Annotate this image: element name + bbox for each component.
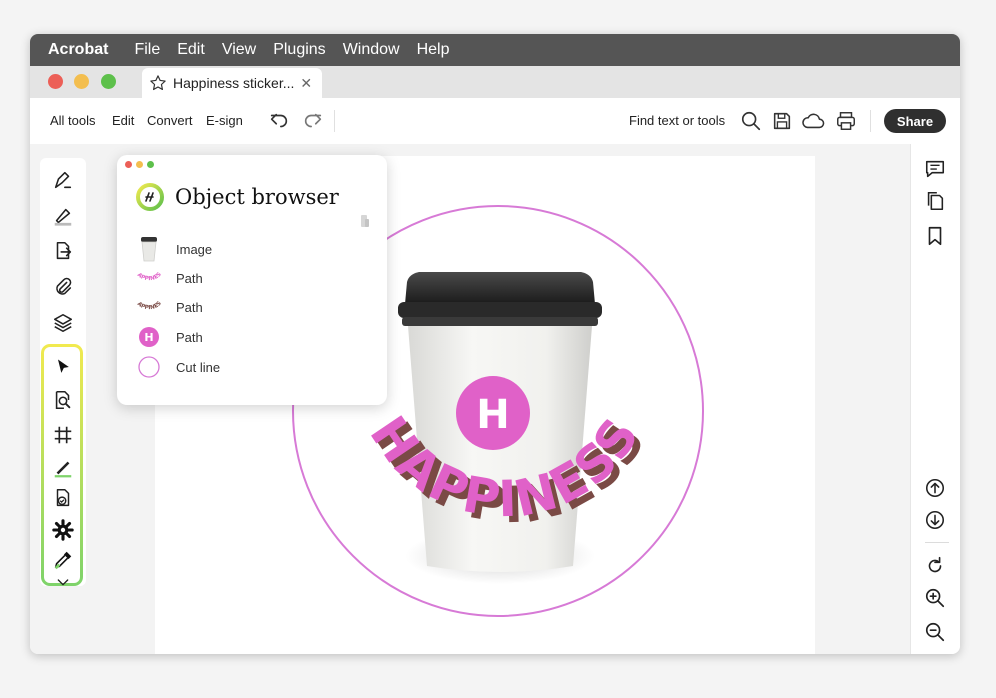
object-label: Image [176, 241, 213, 257]
scroll-up-icon[interactable] [924, 477, 946, 499]
minimize-window-button[interactable] [74, 74, 89, 89]
close-window-button[interactable] [48, 74, 63, 89]
object-label: Cut line [176, 359, 221, 375]
tab-title: Happiness sticker... [173, 75, 295, 91]
all-tools-button[interactable]: All tools [50, 113, 96, 128]
object-browser-panel[interactable]: Object browser Image HAPPINESS Path HAPP… [117, 155, 387, 405]
select-arrow-icon[interactable] [51, 355, 75, 379]
cup-thumbnail-icon [135, 235, 163, 263]
menu-file[interactable]: File [134, 41, 160, 59]
zoom-page-icon[interactable] [51, 388, 75, 412]
object-label: Path [176, 270, 203, 286]
cup-lid-top[interactable] [405, 272, 595, 304]
toolbar: All tools Edit Convert E-sign Find text … [30, 98, 960, 145]
settings-gear-icon[interactable] [51, 518, 75, 542]
star-icon[interactable] [149, 74, 167, 92]
menu-help[interactable]: Help [417, 41, 450, 59]
object-row-path[interactable]: HAPPINESS Path [135, 293, 365, 321]
convert-button[interactable]: Convert [147, 113, 193, 128]
toolbar-divider [334, 110, 335, 132]
menu-bar: Acrobat File Edit View Plugins Window He… [30, 34, 960, 66]
panel-close-button[interactable] [125, 161, 132, 168]
panel-zoom-button[interactable] [147, 161, 154, 168]
menu-window[interactable]: Window [343, 41, 400, 59]
object-browser-logo-icon [135, 182, 165, 212]
happiness-text-thumbnail-icon: HAPPINESS [135, 264, 163, 292]
svg-text:H: H [144, 331, 153, 344]
esign-button[interactable]: E-sign [206, 113, 243, 128]
zoom-window-button[interactable] [101, 74, 116, 89]
h-logo-thumbnail-icon: H [135, 323, 163, 351]
menu-edit[interactable]: Edit [177, 41, 205, 59]
drag-handle-icon[interactable] [360, 213, 370, 229]
redo-icon[interactable] [302, 110, 324, 132]
layers-icon[interactable] [51, 311, 75, 335]
close-tab-icon[interactable]: ✕ [300, 75, 312, 92]
pages-icon[interactable] [924, 190, 946, 212]
left-tool-panel [40, 158, 86, 586]
object-row-path[interactable]: HAPPINESS Path [135, 264, 365, 292]
edit-button[interactable]: Edit [112, 113, 134, 128]
undo-icon[interactable] [268, 110, 290, 132]
print-icon[interactable] [835, 110, 857, 132]
share-button[interactable]: Share [884, 109, 946, 133]
svg-text:HAPPINESS: HAPPINESS [135, 297, 163, 311]
tab-happiness-sticker[interactable]: Happiness sticker... ✕ [142, 68, 322, 98]
export-icon[interactable] [51, 239, 75, 263]
find-tools-field[interactable]: Find text or tools [629, 113, 725, 128]
happiness-shadow-thumbnail-icon: HAPPINESS [135, 293, 163, 321]
crop-grid-icon[interactable] [51, 423, 75, 447]
toolbar-divider [870, 110, 871, 132]
cup-lid-lip [402, 317, 598, 326]
zoom-out-icon[interactable] [924, 621, 946, 643]
object-label: Path [176, 329, 203, 345]
object-row-path[interactable]: H Path [135, 323, 365, 351]
object-row-cut-line[interactable]: Cut line [135, 353, 365, 381]
zoom-in-icon[interactable] [924, 587, 946, 609]
scroll-down-icon[interactable] [924, 509, 946, 531]
object-row-image[interactable]: Image [135, 235, 365, 263]
h-logo-letter: H [476, 392, 509, 438]
attach-icon[interactable] [51, 275, 75, 299]
panel-divider [925, 542, 949, 543]
bookmark-icon[interactable] [924, 225, 946, 247]
shapes-icon[interactable] [51, 486, 75, 510]
right-tool-panel [910, 144, 960, 654]
panel-minimize-button[interactable] [136, 161, 143, 168]
cloud-icon[interactable] [801, 110, 825, 132]
comment-icon[interactable] [924, 158, 946, 180]
search-icon[interactable] [740, 110, 762, 132]
tab-bar: Happiness sticker... ✕ [30, 66, 960, 98]
rotate-icon[interactable] [924, 555, 946, 577]
svg-text:HAPPINESS: HAPPINESS [135, 268, 163, 282]
highlighter-icon[interactable] [51, 204, 75, 228]
line-draw-icon[interactable] [51, 456, 75, 480]
edit-pen-icon[interactable] [51, 168, 75, 192]
eyedropper-icon[interactable] [51, 548, 75, 572]
app-name[interactable]: Acrobat [48, 41, 108, 59]
menu-view[interactable]: View [222, 41, 256, 59]
save-icon[interactable] [771, 110, 793, 132]
menu-plugins[interactable]: Plugins [273, 41, 325, 59]
object-browser-title: Object browser [175, 185, 339, 209]
object-label: Path [176, 299, 203, 315]
chevron-down-icon[interactable] [51, 570, 75, 594]
cut-circle-thumbnail-icon [135, 353, 163, 381]
cup-lid-rim [398, 302, 602, 318]
